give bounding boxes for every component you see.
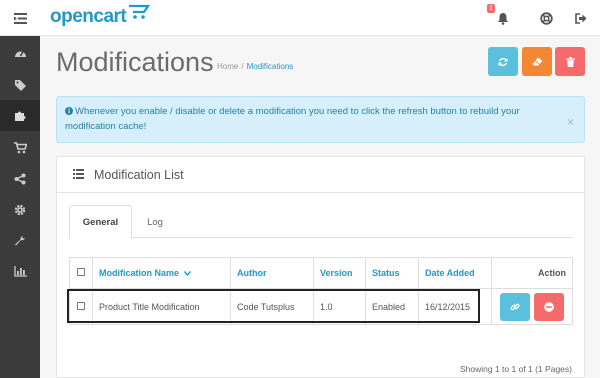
cell-name: Product Title Modification — [92, 288, 231, 325]
alert-close-button[interactable]: × — [567, 115, 574, 130]
sidebar — [0, 36, 40, 378]
column-header-date-added[interactable]: Date Added — [418, 257, 492, 289]
row-select-cell — [69, 288, 93, 325]
logo-text: opencart — [50, 6, 127, 27]
opencart-logo[interactable]: opencart — [50, 4, 151, 28]
sidebar-item-marketing[interactable] — [0, 163, 40, 194]
column-header-action: Action — [491, 257, 573, 289]
eraser-icon — [532, 57, 542, 66]
column-header-version[interactable]: Version — [313, 257, 366, 289]
link-icon — [510, 303, 520, 310]
refresh-button[interactable] — [488, 47, 518, 76]
main-content: Modifications Home / Modifications Wheneve… — [40, 37, 600, 378]
shopping-cart-icon — [13, 141, 27, 153]
wrench-icon — [15, 235, 25, 245]
disable-button[interactable] — [534, 292, 564, 321]
top-header: opencart 1 — [0, 0, 600, 36]
delete-button[interactable] — [555, 47, 585, 76]
lifebuoy-icon — [539, 11, 553, 25]
breadcrumb-home-link[interactable]: Home — [217, 62, 238, 71]
breadcrumb-modifications-link[interactable]: Modifications — [247, 62, 294, 71]
sidebar-item-extensions[interactable] — [0, 100, 40, 131]
tab-general[interactable]: General — [69, 205, 132, 239]
column-header-name[interactable]: Modification Name — [92, 257, 231, 289]
table-header-row: Modification Name Author Version Status … — [69, 257, 573, 289]
sidebar-item-tools[interactable] — [0, 225, 40, 256]
column-header-status[interactable]: Status — [365, 257, 419, 289]
panel-heading: Modification List — [57, 157, 584, 193]
sidebar-item-sales[interactable] — [0, 132, 40, 163]
bar-chart-icon — [13, 266, 27, 277]
column-name-label: Modification Name — [99, 268, 180, 278]
cart-logo-icon — [128, 4, 151, 26]
column-header-author[interactable]: Author — [230, 257, 314, 289]
puzzle-piece-icon — [14, 111, 25, 121]
info-alert: Whenever you enable / disable or delete … — [56, 96, 585, 143]
sidebar-item-system[interactable] — [0, 194, 40, 225]
sign-out-icon — [575, 12, 587, 24]
link-button[interactable] — [500, 292, 530, 321]
cell-version: 1.0 — [313, 288, 366, 325]
select-all-checkbox[interactable] — [77, 268, 85, 276]
modification-list-panel: Modification List General Log Modificati… — [56, 156, 585, 378]
tags-icon — [14, 79, 26, 91]
tab-log[interactable]: Log — [139, 205, 171, 239]
notification-count-badge: 1 — [487, 4, 495, 13]
cell-actions — [491, 288, 573, 325]
tab-bar: General Log — [69, 205, 573, 239]
notifications-button[interactable]: 1 — [487, 4, 512, 27]
menu-toggle-button[interactable] — [0, 0, 40, 36]
cell-date-added: 16/12/2015 — [418, 288, 492, 325]
breadcrumb: Home / Modifications — [217, 62, 294, 71]
alert-text: Whenever you enable / disable or delete … — [65, 106, 520, 132]
menu-bars-icon — [13, 12, 27, 24]
help-button[interactable] — [537, 9, 555, 27]
page-title: Modifications — [56, 47, 214, 77]
sidebar-item-dashboard[interactable] — [0, 37, 40, 68]
table-row: Product Title Modification Code Tutsplus… — [69, 288, 573, 325]
panel-title: Modification List — [94, 168, 184, 182]
info-circle-icon — [65, 107, 73, 115]
sidebar-item-catalog[interactable] — [0, 69, 40, 100]
sidebar-item-reports[interactable] — [0, 256, 40, 287]
minus-circle-icon — [544, 301, 554, 312]
bell-icon — [498, 12, 508, 25]
row-checkbox[interactable] — [77, 301, 85, 310]
trash-icon — [565, 56, 575, 67]
modification-table: Modification Name Author Version Status … — [69, 257, 573, 325]
share-icon — [14, 173, 26, 184]
cell-status: Enabled — [365, 288, 419, 325]
clear-log-button[interactable] — [522, 47, 552, 76]
gear-icon — [14, 204, 26, 215]
logout-button[interactable] — [572, 9, 590, 27]
refresh-icon — [498, 57, 508, 66]
pagination-text: Showing 1 to 1 of 1 (1 Pages) — [460, 364, 572, 374]
list-icon — [73, 169, 84, 179]
cell-author: Code Tutsplus — [230, 288, 314, 325]
select-all-header — [69, 257, 93, 289]
dashboard-icon — [14, 51, 26, 57]
chevron-down-icon — [183, 271, 191, 277]
